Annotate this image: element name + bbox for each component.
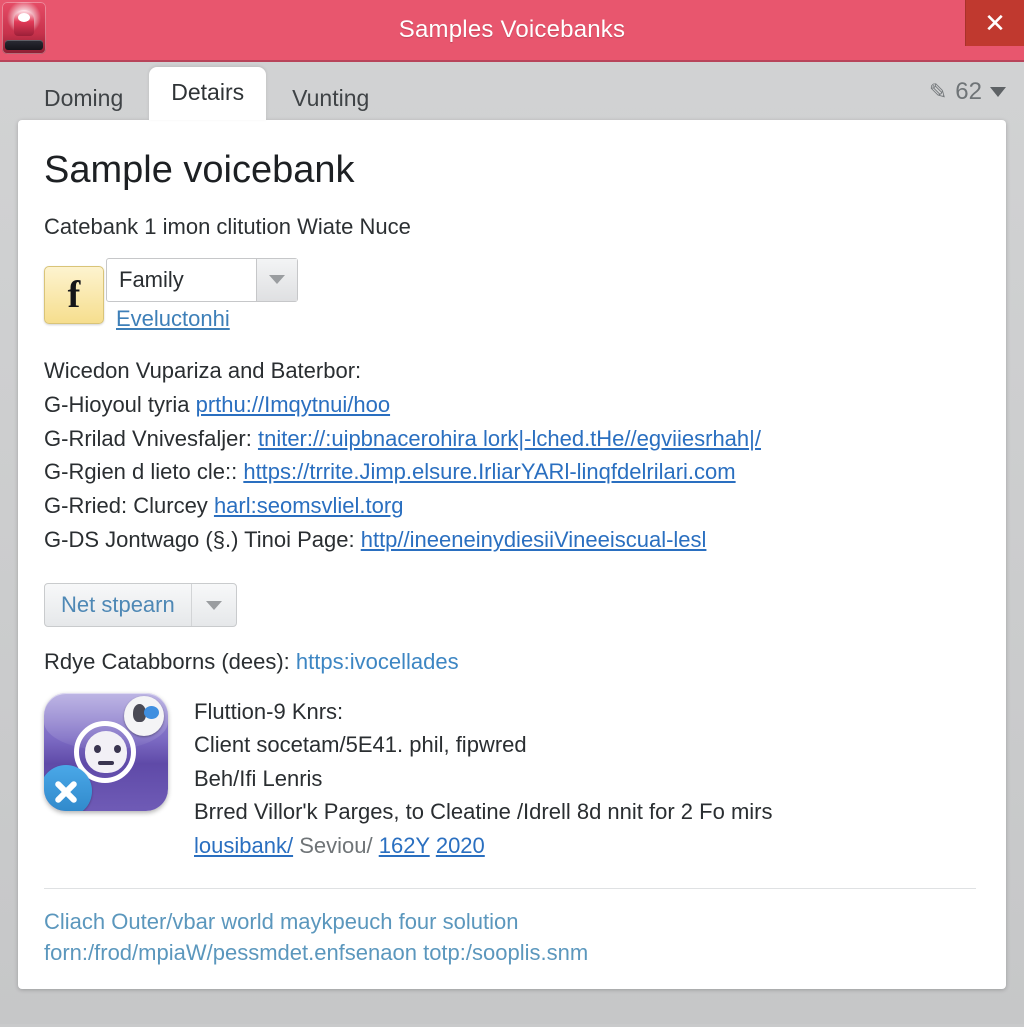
link-row-url[interactable]: harl:seomsvliel.torg <box>214 493 404 518</box>
stream-select-value: Net stpearn <box>61 592 175 618</box>
family-icon-button[interactable]: f <box>44 265 104 324</box>
links-heading: Wicedon Vupariza and Baterbor: <box>44 357 362 383</box>
media-line: Fluttion-9 Knrs: <box>194 699 344 725</box>
tabstrip-menu[interactable]: ✎ 62 <box>929 78 1006 120</box>
media-line: Beh/Ifi Lenris <box>194 765 323 791</box>
credit-muted: Seviou/ <box>299 832 373 858</box>
link-row-label: G-Hioyoul tyria <box>44 391 190 417</box>
footer-note-line: forn:/frod/mpiaW/pessmdet.enfsenaon totp… <box>44 940 589 966</box>
tab-vunting[interactable]: Vunting <box>270 77 391 122</box>
page-subtitle: Catebank 1 imon clitution Wiate Nuce <box>44 213 411 239</box>
stream-select[interactable]: Net stpearn <box>44 583 237 628</box>
link-row-url[interactable]: tniter://:uipbnacerohira lork|-lched.tHe… <box>258 426 761 451</box>
tab-detairs[interactable]: Detairs <box>149 67 267 120</box>
chevron-down-icon <box>269 275 285 285</box>
voicebank-thumbnail-icon[interactable] <box>44 693 168 812</box>
link-row: G-Rrilad Vnivesfaljer: tniter://:uipbnac… <box>44 422 976 456</box>
pen-icon: ✎ <box>928 79 948 104</box>
app-logo-icon <box>2 2 46 54</box>
thumbnail-badge-icon <box>124 696 164 737</box>
link-row-url[interactable]: http//ineeneinydiesiiVineeiscual-lesl <box>361 527 707 552</box>
chevron-down-icon <box>205 600 222 610</box>
link-row: G-Rried: Clurcey harl:seomsvliel.torg <box>44 489 976 523</box>
chevron-down-icon <box>990 87 1006 97</box>
stream-select-arrow <box>190 584 236 627</box>
tab-doming[interactable]: Doming <box>22 77 145 122</box>
media-text: Fluttion-9 Knrs: Client socetam/5E41. ph… <box>194 693 976 862</box>
window-title: Samples Voicebanks <box>398 16 626 43</box>
footer-note-line: Cliach Outer/vbar world maykpeuch four s… <box>44 909 519 935</box>
family-select-value: Family <box>119 266 184 292</box>
family-glyph-icon: f <box>67 273 81 316</box>
family-link[interactable]: Eveluctonhi <box>116 306 230 332</box>
credit-link-bank[interactable]: lousibank/ <box>194 833 293 858</box>
link-row-url[interactable]: prthu://Imqytnui/hoo <box>196 392 390 417</box>
footer-note[interactable]: Cliach Outer/vbar world maykpeuch four s… <box>44 907 976 969</box>
link-row: G-Hioyoul tyria prthu://Imqytnui/hoo <box>44 388 976 422</box>
media-credit: lousibank/ Seviou/ 162Y 2020 <box>194 829 976 862</box>
links-block: Wicedon Vupariza and Baterbor: G-Hioyoul… <box>44 354 976 557</box>
family-select[interactable]: Family <box>106 257 298 302</box>
link-row-label: G-Rried: Clurcey <box>44 493 208 519</box>
details-card: Sample voicebank Catebank 1 imon clituti… <box>18 120 1006 989</box>
media-block: Fluttion-9 Knrs: Client socetam/5E41. ph… <box>44 693 976 862</box>
link-row: G-DS Jontwago (§.) Tinoi Page: http//ine… <box>44 523 976 557</box>
stream-row: Net stpearn <box>44 583 976 628</box>
link-row-label: G-DS Jontwago (§.) Tinoi Page: <box>44 527 355 553</box>
catabborns-link[interactable]: https:ivocellades <box>296 649 459 674</box>
tabstrip-menu-value: 62 <box>955 78 982 105</box>
credit-link-year[interactable]: 2020 <box>436 833 485 858</box>
family-select-arrow <box>256 258 297 301</box>
content-area: Sample voicebank Catebank 1 imon clituti… <box>0 120 1024 1027</box>
close-button[interactable]: ✕ <box>965 0 1024 46</box>
link-row-label: G-Rgien d lieto cle:: <box>44 459 238 485</box>
link-row: G-Rgien d lieto cle:: https://trrite.Jim… <box>44 455 976 489</box>
media-line: Brred Villor'k Parges, to Cleatine /Idre… <box>194 799 773 825</box>
family-row: f Family Eveluctonhi <box>44 257 976 334</box>
credit-link-number[interactable]: 162Y <box>379 833 430 858</box>
page-title: Sample voicebank <box>44 149 355 191</box>
media-line: Client socetam/5E41. phil, fipwred <box>194 732 527 758</box>
tab-bar: Doming Detairs Vunting ✎ 62 <box>0 62 1024 120</box>
title-bar: Samples Voicebanks ✕ <box>0 0 1024 62</box>
catabborns-row: Rdye Catabborns (dees): https:ivocellade… <box>44 649 976 675</box>
footer-divider <box>44 888 976 890</box>
link-row-url[interactable]: https://trrite.Jimp.elsure.IrliarYARl-li… <box>243 459 735 484</box>
catabborns-label: Rdye Catabborns (dees): <box>44 649 290 675</box>
application-window: Samples Voicebanks ✕ Doming Detairs Vunt… <box>0 0 1024 1024</box>
link-row-label: G-Rrilad Vnivesfaljer: <box>44 425 252 451</box>
